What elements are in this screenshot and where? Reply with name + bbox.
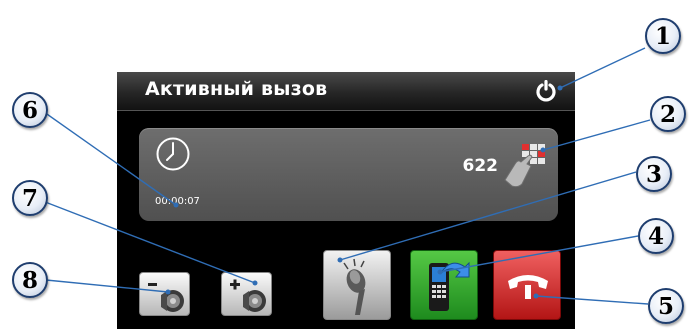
callout-3: 3	[636, 156, 672, 192]
callout-4: 4	[638, 218, 674, 254]
callout-6: 6	[12, 92, 48, 128]
callout-2: 2	[650, 96, 686, 132]
callout-7: 7	[12, 180, 48, 216]
callout-5: 5	[648, 288, 684, 324]
callout-leader-lines	[39, 47, 651, 305]
callout-8: 8	[12, 262, 48, 298]
callout-1: 1	[645, 18, 681, 54]
